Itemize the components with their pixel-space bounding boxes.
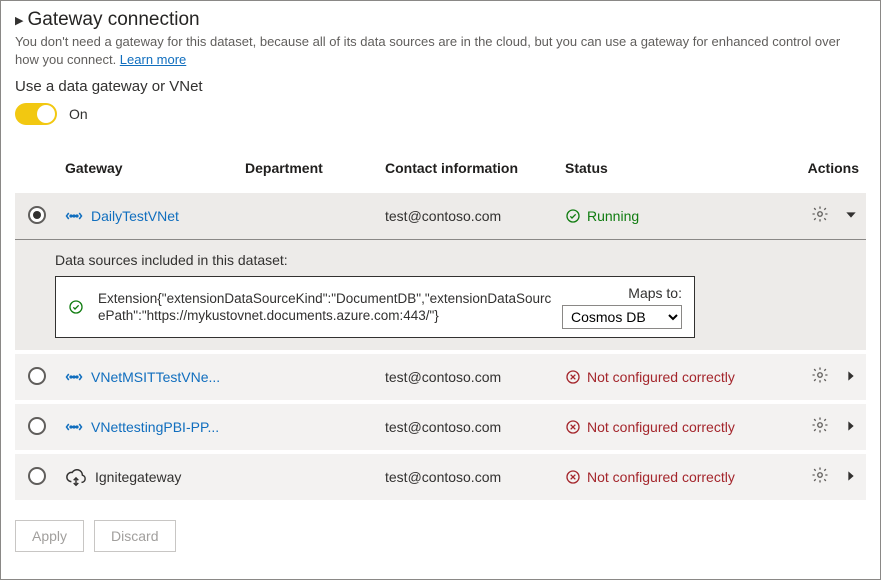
department-cell (239, 210, 379, 222)
table-row[interactable]: DailyTestVNet test@contoso.com Running (15, 193, 866, 243)
select-radio[interactable] (28, 467, 46, 485)
col-actions: Actions (779, 154, 869, 182)
use-gateway-label: Use a data gateway or VNet (15, 78, 866, 95)
expand-chevron-right-icon[interactable] (843, 368, 859, 387)
select-radio[interactable] (28, 417, 46, 435)
gateway-table: Gateway Department Contact information S… (15, 143, 866, 504)
settings-gear-icon[interactable] (811, 366, 829, 389)
cloud-gateway-icon (65, 466, 87, 488)
contact-cell: test@contoso.com (379, 463, 559, 491)
department-cell (239, 421, 379, 433)
table-header-row: Gateway Department Contact information S… (15, 143, 866, 193)
maps-to-select[interactable]: Cosmos DB (562, 305, 682, 329)
department-cell (239, 471, 379, 483)
settings-gear-icon[interactable] (811, 466, 829, 489)
gateway-connection-panel: ▶ Gateway connection You don't need a ga… (0, 0, 881, 580)
expand-chevron-down-icon[interactable] (843, 207, 859, 226)
select-radio[interactable] (28, 367, 46, 385)
vnet-icon (65, 368, 83, 386)
expand-chevron-right-icon[interactable] (843, 468, 859, 487)
x-circle-icon (565, 369, 581, 385)
status-badge: Running (565, 208, 773, 224)
x-circle-icon (565, 469, 581, 485)
department-cell (239, 371, 379, 383)
col-status: Status (559, 154, 779, 182)
gateway-toggle[interactable] (15, 103, 57, 125)
discard-button[interactable]: Discard (94, 520, 175, 552)
x-circle-icon (565, 419, 581, 435)
contact-cell: test@contoso.com (379, 363, 559, 391)
contact-cell: test@contoso.com (379, 413, 559, 441)
gateway-name[interactable]: VNetMSITTestVNe... (65, 368, 233, 386)
col-gateway: Gateway (59, 154, 239, 182)
table-row[interactable]: VNetMSITTestVNe... test@contoso.com Not … (15, 354, 866, 404)
status-badge: Not configured correctly (565, 469, 773, 485)
table-row[interactable]: Ignitegateway test@contoso.com Not confi… (15, 454, 866, 504)
table-row[interactable]: VNettestingPBI-PP... test@contoso.com No… (15, 404, 866, 454)
expand-chevron-right-icon[interactable] (843, 418, 859, 437)
section-title: Gateway connection (27, 9, 199, 31)
datasource-block: Extension{"extensionDataSourceKind":"Doc… (55, 276, 695, 338)
section-header[interactable]: ▶ Gateway connection (15, 9, 866, 31)
col-contact: Contact information (379, 154, 559, 182)
gateway-toggle-state: On (69, 106, 88, 122)
settings-gear-icon[interactable] (811, 205, 829, 228)
gateway-name[interactable]: VNettestingPBI-PP... (65, 418, 233, 436)
apply-button[interactable]: Apply (15, 520, 84, 552)
datasource-panel: Data sources included in this dataset: E… (15, 239, 866, 350)
col-department: Department (239, 154, 379, 182)
select-radio[interactable] (28, 206, 46, 224)
settings-gear-icon[interactable] (811, 416, 829, 439)
maps-to-label: Maps to: (562, 285, 682, 301)
gateway-name[interactable]: DailyTestVNet (65, 207, 233, 225)
check-circle-icon (68, 299, 84, 315)
check-circle-icon (565, 208, 581, 224)
status-badge: Not configured correctly (565, 419, 773, 435)
learn-more-link[interactable]: Learn more (120, 52, 186, 67)
datasource-panel-title: Data sources included in this dataset: (55, 252, 846, 268)
datasource-text: Extension{"extensionDataSourceKind":"Doc… (98, 290, 556, 325)
vnet-icon (65, 418, 83, 436)
status-badge: Not configured correctly (565, 369, 773, 385)
section-description: You don't need a gateway for this datase… (15, 33, 866, 68)
gateway-name[interactable]: Ignitegateway (65, 466, 233, 488)
contact-cell: test@contoso.com (379, 202, 559, 230)
collapse-caret-icon[interactable]: ▶ (15, 14, 23, 27)
vnet-icon (65, 207, 83, 225)
